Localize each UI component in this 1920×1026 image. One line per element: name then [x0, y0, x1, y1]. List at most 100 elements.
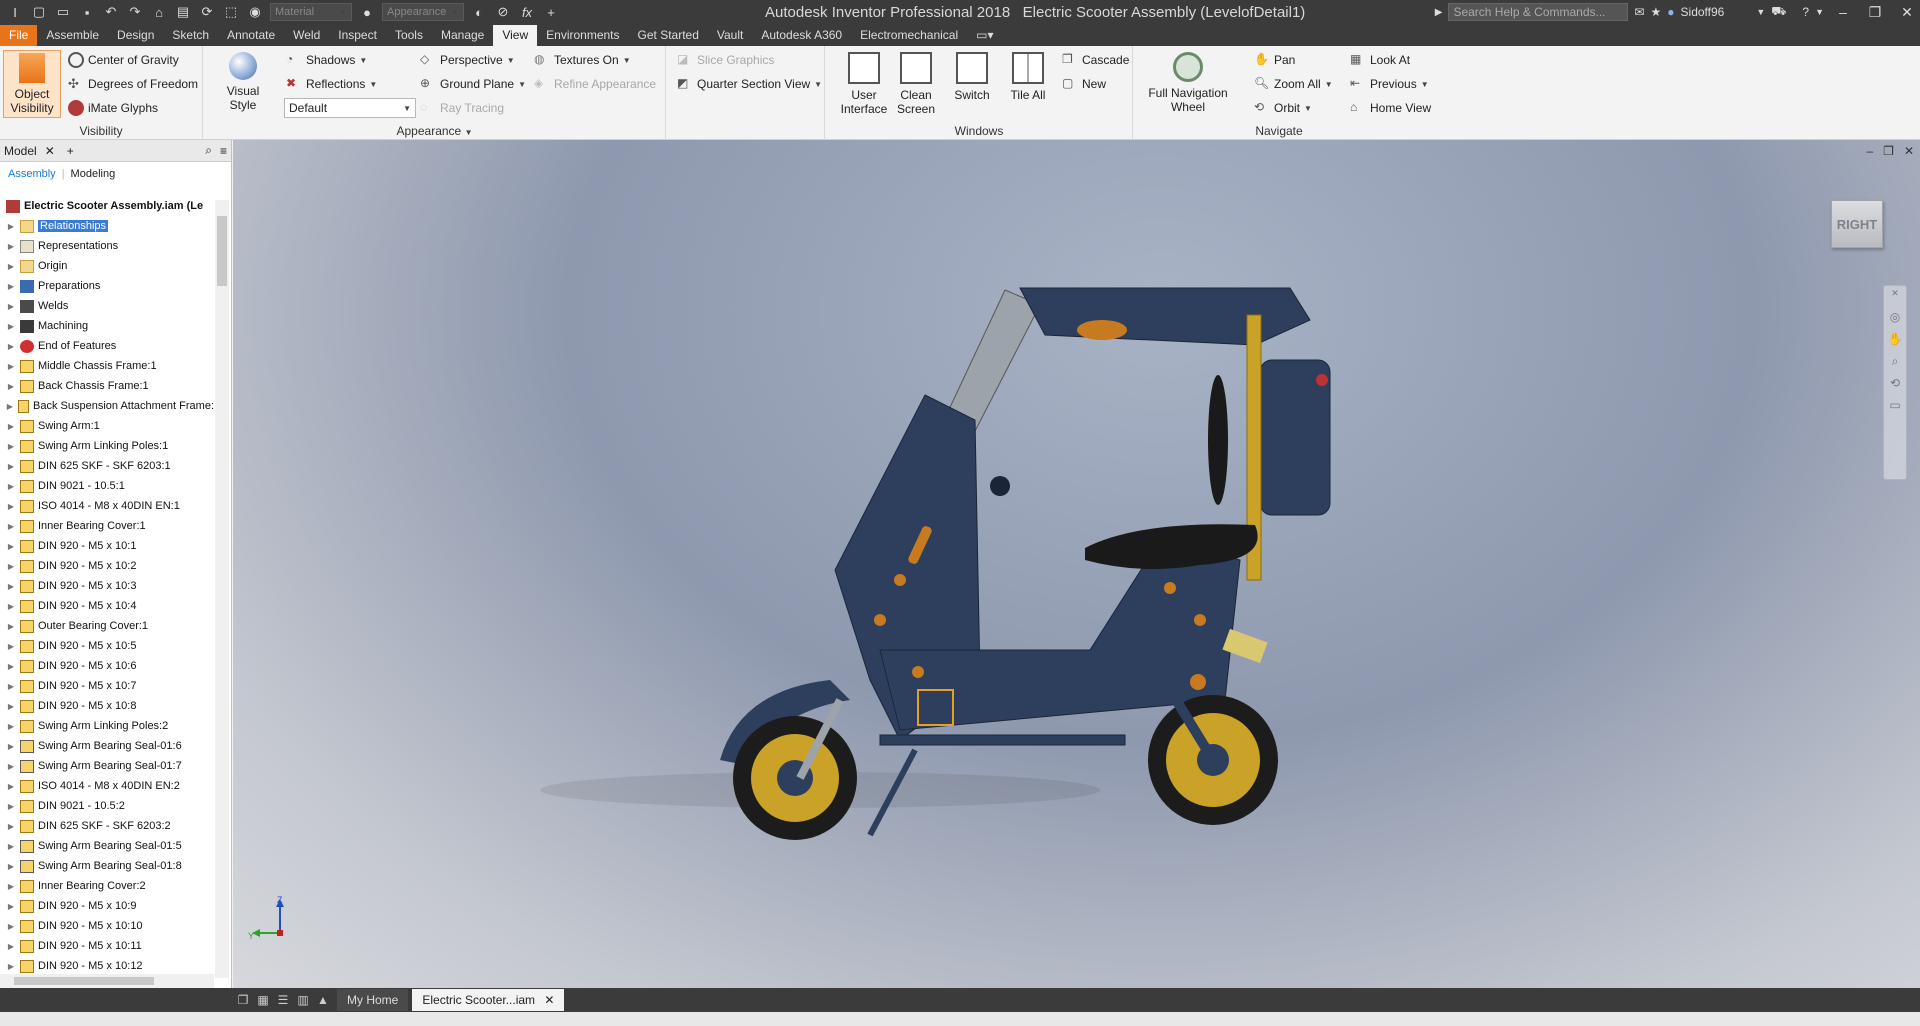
home-view-button[interactable]: ⌂ Home View: [1350, 98, 1431, 118]
tree-item[interactable]: ▶ Representations: [0, 236, 214, 256]
tree-item[interactable]: ▶ DIN 920 - M5 x 10:2: [0, 556, 214, 576]
shadows-button[interactable]: ◔ Shadows ▼: [286, 50, 367, 70]
look-at-button[interactable]: ▦ Look At: [1350, 50, 1410, 70]
zoom-all-button[interactable]: 🔍︎ Zoom All ▼: [1254, 74, 1333, 94]
tab-electromechanical[interactable]: Electromechanical: [851, 25, 967, 46]
tree-item[interactable]: ▶ Welds: [0, 296, 214, 316]
expand-icon[interactable]: ▶: [6, 882, 16, 891]
tab-sketch[interactable]: Sketch: [163, 25, 218, 46]
new-file-icon[interactable]: ▢: [28, 2, 50, 22]
slice-graphics-button[interactable]: ◪ Slice Graphics: [677, 50, 774, 70]
tree-item[interactable]: ▶ DIN 9021 - 10.5:1: [0, 476, 214, 496]
user-menu-chevron-icon[interactable]: ▼: [1756, 7, 1765, 17]
expand-icon[interactable]: ▶: [6, 522, 16, 531]
visual-style-button[interactable]: Visual Style: [214, 50, 272, 118]
minimize-icon[interactable]: –: [1830, 4, 1856, 20]
tree-item[interactable]: ▶ Back Chassis Frame:1: [0, 376, 214, 396]
subtab-modeling[interactable]: Modeling: [71, 168, 116, 180]
tab-assemble[interactable]: Assemble: [37, 25, 108, 46]
tab-list-icon[interactable]: ▲: [313, 993, 333, 1007]
expand-icon[interactable]: ▶: [6, 962, 16, 971]
expand-icon[interactable]: ▶: [6, 382, 16, 391]
tab-weld[interactable]: Weld: [284, 25, 329, 46]
hamburger-menu-icon[interactable]: ≡: [216, 144, 231, 158]
previous-view-button[interactable]: ⇤ Previous ▼: [1350, 74, 1429, 94]
tab-environments[interactable]: Environments: [537, 25, 628, 46]
expand-icon[interactable]: ▶: [6, 562, 16, 571]
browser-tab-model[interactable]: Model: [0, 144, 41, 158]
search-input[interactable]: Search Help & Commands...: [1448, 3, 1629, 21]
center-of-gravity-button[interactable]: Center of Gravity: [68, 50, 179, 70]
tree-item[interactable]: ▶ DIN 625 SKF - SKF 6203:2: [0, 816, 214, 836]
tree-item[interactable]: ▶ ISO 4014 - M8 x 40DIN EN:1: [0, 496, 214, 516]
ribbon-options-icon[interactable]: ▭▾: [967, 25, 1002, 46]
tree-item[interactable]: ▶ Machining: [0, 316, 214, 336]
expand-icon[interactable]: ▶: [6, 782, 16, 791]
tab-get-started[interactable]: Get Started: [629, 25, 708, 46]
cart-icon[interactable]: ⛟: [1771, 4, 1786, 20]
expand-icon[interactable]: ▶: [6, 442, 16, 451]
tile-all-button[interactable]: Tile All: [1002, 50, 1054, 118]
tree-item[interactable]: ▶ Swing Arm Bearing Seal-01:7: [0, 756, 214, 776]
ray-tracing-button[interactable]: ◌ Ray Tracing: [420, 98, 504, 118]
app-menu-icon[interactable]: I: [4, 2, 26, 22]
tile-icon[interactable]: ▦: [253, 993, 273, 1007]
scooter-model[interactable]: [233, 140, 1920, 988]
degrees-of-freedom-button[interactable]: ✣ Degrees of Freedom: [68, 74, 198, 94]
expand-icon[interactable]: ▶: [6, 402, 14, 411]
tree-item[interactable]: ▶ DIN 920 - M5 x 10:3: [0, 576, 214, 596]
tree-item[interactable]: ▶ DIN 920 - M5 x 10:6: [0, 656, 214, 676]
refine-appearance-button[interactable]: ◈ Refine Appearance: [534, 74, 656, 94]
tab-inspect[interactable]: Inspect: [329, 25, 386, 46]
tree-item[interactable]: ▶ DIN 920 - M5 x 10:1: [0, 536, 214, 556]
tree-item[interactable]: ▶ Inner Bearing Cover:2: [0, 876, 214, 896]
expand-icon[interactable]: ▶: [6, 822, 16, 831]
clear-appearance-icon[interactable]: ⊘: [492, 2, 514, 22]
search-icon[interactable]: ⌕: [201, 143, 216, 158]
tab-autodesk-a360[interactable]: Autodesk A360: [752, 25, 851, 46]
tree-item[interactable]: ▶ DIN 920 - M5 x 10:8: [0, 696, 214, 716]
tree-item[interactable]: ▶ DIN 920 - M5 x 10:7: [0, 676, 214, 696]
expand-icon[interactable]: ▶: [6, 622, 16, 631]
expand-icon[interactable]: ▶: [6, 762, 16, 771]
tab-tools[interactable]: Tools: [386, 25, 432, 46]
help-menu-chevron-icon[interactable]: ▼: [1815, 7, 1824, 17]
tab-manage[interactable]: Manage: [432, 25, 493, 46]
expand-icon[interactable]: ▶: [6, 222, 16, 231]
doc-tab-active[interactable]: Electric Scooter...iam ✕: [412, 989, 565, 1011]
tree-item[interactable]: ▶ Swing Arm Linking Poles:2: [0, 716, 214, 736]
home-icon[interactable]: ⌂: [148, 2, 170, 22]
ground-plane-button[interactable]: ⊕ Ground Plane ▼: [420, 74, 526, 94]
tile-vertical-icon[interactable]: ▥: [293, 993, 313, 1007]
tree-item[interactable]: ▶ DIN 920 - M5 x 10:11: [0, 936, 214, 956]
expand-icon[interactable]: ▶: [6, 302, 16, 311]
tree-item[interactable]: ▶ Relationships: [0, 216, 214, 236]
expand-icon[interactable]: ▶: [6, 902, 16, 911]
update-icon[interactable]: ⟳: [196, 2, 218, 22]
tree-root[interactable]: Electric Scooter Assembly.iam (Le: [0, 196, 214, 216]
appearance-selector[interactable]: Appearance ▼: [382, 3, 464, 21]
measure-icon[interactable]: ◉: [244, 2, 266, 22]
tree-item[interactable]: ▶ DIN 920 - M5 x 10:9: [0, 896, 214, 916]
tree-item[interactable]: ▶ Preparations: [0, 276, 214, 296]
scroll-thumb[interactable]: [14, 977, 154, 985]
expand-icon[interactable]: ▶: [6, 502, 16, 511]
tree-item[interactable]: ▶ Swing Arm Bearing Seal-01:8: [0, 856, 214, 876]
select-icon[interactable]: ⬚: [220, 2, 242, 22]
expand-icon[interactable]: ▶: [6, 602, 16, 611]
expand-icon[interactable]: ▶: [6, 742, 16, 751]
print-icon[interactable]: ▤: [172, 2, 194, 22]
close-icon[interactable]: ✕: [41, 144, 59, 158]
expand-icon[interactable]: ▶: [6, 802, 16, 811]
user-name[interactable]: Sidoff96: [1681, 5, 1725, 19]
user-interface-button[interactable]: User Interface: [838, 50, 890, 118]
tab-file[interactable]: File: [0, 25, 38, 46]
undo-icon[interactable]: ↶: [100, 2, 122, 22]
tab-vault[interactable]: Vault: [708, 25, 752, 46]
expand-icon[interactable]: ▶: [6, 322, 16, 331]
tree-item[interactable]: ▶ Swing Arm:1: [0, 416, 214, 436]
expand-icon[interactable]: ▶: [6, 282, 16, 291]
expand-icon[interactable]: ▶: [6, 642, 16, 651]
restore-icon[interactable]: ❐: [1862, 4, 1888, 21]
perspective-button[interactable]: ◇ Perspective ▼: [420, 50, 515, 70]
